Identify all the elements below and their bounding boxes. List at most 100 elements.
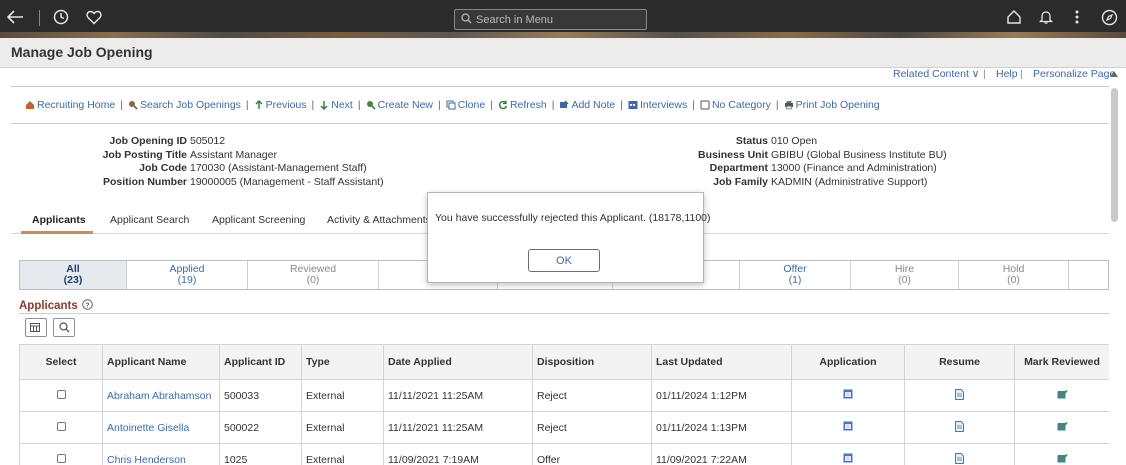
application-icon[interactable] bbox=[843, 389, 853, 402]
next-link[interactable]: Next bbox=[319, 99, 353, 111]
resume-icon[interactable] bbox=[955, 388, 964, 403]
status-more[interactable] bbox=[1069, 261, 1108, 289]
clone-link[interactable]: Clone bbox=[446, 99, 485, 111]
table-row: Antoinette Gisella 500022 External 11/11… bbox=[19, 411, 1109, 444]
position-number-value: 19000005 (Management - Staff Assistant) bbox=[190, 175, 384, 188]
business-unit-label: Business Unit bbox=[697, 148, 768, 161]
column-header-disposition[interactable]: Disposition bbox=[532, 344, 652, 380]
section-divider bbox=[19, 313, 1109, 314]
applicant-name-link[interactable]: Abraham Abrahamson bbox=[102, 379, 220, 412]
help-link[interactable]: Help bbox=[996, 68, 1018, 80]
ok-button[interactable]: OK bbox=[528, 249, 600, 272]
scroll-up-arrow-icon[interactable] bbox=[1110, 71, 1118, 77]
tab-activity-attachments[interactable]: Activity & Attachments bbox=[327, 214, 431, 226]
related-content-link[interactable]: Related Content ∨ bbox=[893, 68, 980, 80]
mark-reviewed-icon[interactable] bbox=[1057, 421, 1068, 434]
disposition-cell: Reject bbox=[532, 379, 652, 412]
navbar-compass-icon[interactable] bbox=[1098, 6, 1120, 28]
title-band bbox=[0, 38, 1126, 68]
confirmation-dialog: You have successfully rejected this Appl… bbox=[427, 192, 711, 283]
status-reviewed[interactable]: Reviewed (0) bbox=[248, 261, 379, 289]
recruiting-home-link[interactable]: Recruiting Home bbox=[25, 99, 115, 111]
tab-applicant-search[interactable]: Applicant Search bbox=[110, 214, 189, 226]
application-icon[interactable] bbox=[843, 421, 853, 434]
favorites-heart-icon[interactable] bbox=[83, 6, 105, 28]
applicant-id-cell: 500022 bbox=[219, 411, 302, 444]
add-note-link[interactable]: Add Note bbox=[559, 99, 615, 111]
applicants-section-title: Applicants ? bbox=[19, 299, 93, 313]
active-tab-indicator bbox=[21, 231, 93, 234]
refresh-link[interactable]: Refresh bbox=[498, 99, 547, 111]
column-header-applicant-name[interactable]: Applicant Name bbox=[102, 344, 220, 380]
last-updated-cell: 01/11/2024 1:13PM bbox=[651, 411, 792, 444]
search-job-openings-link[interactable]: Search Job Openings bbox=[128, 99, 241, 111]
previous-icon bbox=[255, 100, 263, 109]
svg-text:?: ? bbox=[85, 302, 89, 309]
find-in-grid-button[interactable] bbox=[53, 318, 75, 337]
print-job-opening-link[interactable]: Print Job Opening bbox=[784, 99, 880, 111]
table-row: Abraham Abrahamson 500033 External 11/11… bbox=[19, 379, 1109, 412]
select-checkbox[interactable] bbox=[56, 421, 66, 431]
application-icon[interactable] bbox=[843, 453, 853, 465]
search-people-icon bbox=[128, 101, 138, 110]
no-category-link[interactable]: No Category bbox=[700, 99, 771, 111]
status-hire[interactable]: Hire (0) bbox=[851, 261, 959, 289]
status-offer[interactable]: Offer (1) bbox=[740, 261, 851, 289]
tab-applicant-screening[interactable]: Applicant Screening bbox=[212, 214, 305, 226]
type-cell: External bbox=[301, 379, 384, 412]
search-icon bbox=[58, 322, 69, 333]
status-all[interactable]: All (23) bbox=[20, 261, 127, 289]
applicant-name-link[interactable]: Chris Henderson bbox=[102, 443, 220, 465]
resume-icon[interactable] bbox=[955, 420, 964, 435]
job-code-label: Job Code bbox=[139, 162, 187, 174]
select-checkbox[interactable] bbox=[56, 389, 66, 399]
refresh-icon bbox=[498, 100, 508, 110]
column-header-application: Application bbox=[791, 344, 905, 380]
column-header-resume: Resume bbox=[904, 344, 1015, 380]
table-header-row: Select Applicant Name Applicant ID Type … bbox=[19, 344, 1109, 380]
clone-icon bbox=[446, 100, 456, 110]
mark-reviewed-icon[interactable] bbox=[1057, 453, 1068, 465]
category-icon bbox=[700, 100, 710, 110]
job-family-label: Job Family bbox=[713, 175, 768, 188]
job-family-value: KADMIN (Administrative Support) bbox=[771, 175, 928, 188]
notification-bell-icon[interactable] bbox=[1035, 6, 1057, 28]
tab-applicants[interactable]: Applicants bbox=[32, 214, 86, 226]
vertical-scrollbar[interactable] bbox=[1111, 88, 1118, 222]
home-icon[interactable] bbox=[1003, 6, 1025, 28]
job-info-left: Job Opening ID 505012 Job Posting Title As… bbox=[11, 135, 384, 189]
column-header-type[interactable]: Type bbox=[301, 344, 384, 380]
interviews-link[interactable]: Interviews bbox=[628, 99, 687, 111]
column-header-date-applied[interactable]: Date Applied bbox=[383, 344, 533, 380]
mark-reviewed-icon[interactable] bbox=[1057, 389, 1068, 402]
resume-icon[interactable] bbox=[955, 452, 964, 465]
date-applied-cell: 11/09/2021 7:19AM bbox=[383, 443, 533, 465]
status-value: 010 Open bbox=[771, 135, 818, 147]
personalize-page-link[interactable]: Personalize Page bbox=[1033, 68, 1115, 80]
help-circle-icon[interactable]: ? bbox=[81, 299, 93, 313]
column-header-applicant-id[interactable]: Applicant ID bbox=[219, 344, 302, 380]
type-cell: External bbox=[301, 443, 384, 465]
search-icon bbox=[461, 12, 472, 27]
status-applied[interactable]: Applied (19) bbox=[127, 261, 248, 289]
back-arrow-icon[interactable] bbox=[4, 6, 26, 28]
select-checkbox[interactable] bbox=[56, 453, 66, 463]
department-value: 13000 (Finance and Administration) bbox=[771, 162, 937, 174]
job-info-right: Status 010 Open Business Unit GBIBU (Globa… bbox=[611, 135, 947, 189]
dialog-message: You have successfully rejected this Appl… bbox=[435, 212, 711, 224]
status-hold[interactable]: Hold (0) bbox=[959, 261, 1069, 289]
divider: | bbox=[983, 68, 986, 80]
column-header-last-updated[interactable]: Last Updated bbox=[651, 344, 792, 380]
previous-link[interactable]: Previous bbox=[254, 99, 307, 111]
menu-search-input[interactable]: Search in Menu bbox=[454, 9, 647, 30]
job-code-value: 170030 (Assistant-Management Staff) bbox=[190, 162, 367, 174]
actions-menu-icon[interactable] bbox=[1066, 6, 1088, 28]
applicant-id-cell: 1025 bbox=[219, 443, 302, 465]
job-opening-toolbar: Recruiting Home | Search Job Openings | … bbox=[11, 86, 1109, 124]
personalize-grid-button[interactable] bbox=[25, 318, 47, 337]
create-new-link[interactable]: Create New bbox=[366, 99, 433, 111]
next-icon bbox=[320, 101, 328, 110]
applicant-name-link[interactable]: Antoinette Gisella bbox=[102, 411, 220, 444]
home-icon bbox=[26, 101, 34, 109]
history-icon[interactable] bbox=[50, 6, 72, 28]
